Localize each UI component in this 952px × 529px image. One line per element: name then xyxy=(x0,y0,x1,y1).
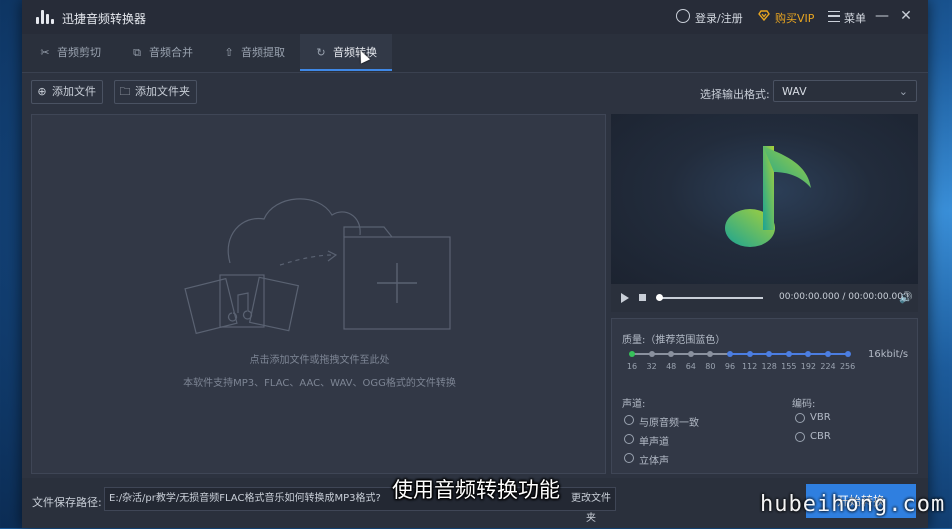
audio-preview-panel xyxy=(611,114,918,284)
channel-original-radio[interactable] xyxy=(624,415,634,425)
bitrate-stop[interactable] xyxy=(727,351,733,357)
stop-icon[interactable] xyxy=(639,294,646,301)
bitrate-stop[interactable] xyxy=(785,351,792,357)
music-note-icon xyxy=(725,146,811,247)
bitrate-stop[interactable] xyxy=(707,351,714,357)
tab-audio-extract[interactable]: ⇧ 音频提取 xyxy=(208,34,300,71)
close-icon[interactable]: ✕ xyxy=(898,8,914,24)
app-logo-icon xyxy=(36,10,54,24)
channel-mono-label: 单声道 xyxy=(639,437,669,448)
tab-label: 音频提取 xyxy=(241,46,285,59)
drop-hint-primary: 点击添加文件或拖拽文件至此处 xyxy=(249,355,390,366)
bitrate-stop[interactable] xyxy=(844,351,851,357)
bitrate-stop[interactable] xyxy=(825,351,831,357)
tab-bar: ✂ 音频剪切 ⧉ 音频合并 ⇧ 音频提取 ↻ 音频转换 xyxy=(22,34,928,73)
bitrate-stop[interactable] xyxy=(629,351,635,357)
folder-icon: 🗀 xyxy=(119,85,131,98)
selected-bitrate: 16kbit/s xyxy=(868,349,909,360)
buy-vip-link[interactable]: 购买VIP xyxy=(775,10,814,26)
encoding-cbr-label: CBR xyxy=(810,431,831,442)
bitrate-tick-label: 256 xyxy=(839,362,856,371)
login-link[interactable]: 登录/注册 xyxy=(695,10,743,26)
volume-icon[interactable]: 🔊 xyxy=(899,291,913,304)
file-drop-zone[interactable]: 点击添加文件或拖拽文件至此处 本软件支持MP3、FLAC、AAC、WAV、OGG… xyxy=(31,114,606,474)
drop-hint-formats: 本软件支持MP3、FLAC、AAC、WAV、OGG格式的文件转换 xyxy=(183,378,456,389)
tab-audio-cut[interactable]: ✂ 音频剪切 xyxy=(24,34,116,71)
minimize-icon[interactable]: — xyxy=(874,8,890,24)
output-format-label: 选择输出格式: xyxy=(700,88,770,101)
channel-stereo-label: 立体声 xyxy=(639,456,669,467)
add-file-label: 添加文件 xyxy=(52,85,96,98)
tab-label: 音频合并 xyxy=(149,46,193,59)
output-format-select[interactable]: WAV ⌄ xyxy=(773,80,917,102)
conversion-settings: 质量:（推荐范围蓝色） 16 32 48 64 80 96 112 128 155 192 224 2… xyxy=(611,318,918,474)
channel-stereo-radio[interactable] xyxy=(624,453,634,463)
menu-icon[interactable] xyxy=(828,11,840,22)
tab-audio-merge[interactable]: ⧉ 音频合并 xyxy=(116,34,208,71)
drop-illustration-icon xyxy=(184,198,451,335)
vip-diamond-icon[interactable] xyxy=(758,10,770,21)
tab-label: 音频剪切 xyxy=(57,46,101,59)
plus-circle-icon: ⊕ xyxy=(37,85,47,98)
bitrate-stop[interactable] xyxy=(668,351,675,357)
bitrate-stop[interactable] xyxy=(648,351,655,357)
merge-icon: ⧉ xyxy=(133,46,141,59)
user-icon[interactable] xyxy=(676,9,690,23)
player-controls: 00:00:00.000 / 00:00:00.000 🔊 xyxy=(611,284,918,312)
seek-handle[interactable] xyxy=(656,294,663,301)
bitrate-stop[interactable] xyxy=(746,351,753,357)
add-file-button[interactable]: ⊕ 添加文件 xyxy=(31,80,103,104)
watermark-text: hubeihong.com xyxy=(760,492,946,517)
bitrate-stop[interactable] xyxy=(766,351,773,357)
app-title: 迅捷音频转换器 xyxy=(62,12,147,26)
output-format-value: WAV xyxy=(782,85,807,98)
app-window: 迅捷音频转换器 登录/注册 购买VIP 菜单 — ✕ ✂ 音频剪切 ⧉ 音频合并 ⇧… xyxy=(22,0,928,528)
channel-label: 声道: xyxy=(622,399,646,410)
title-bar: 迅捷音频转换器 登录/注册 购买VIP 菜单 — ✕ xyxy=(22,0,928,34)
quality-label: 质量:（推荐范围蓝色） xyxy=(622,335,726,346)
add-folder-button[interactable]: 🗀 添加文件夹 xyxy=(114,80,197,104)
encoding-vbr-radio[interactable] xyxy=(795,413,805,423)
scissors-icon: ✂ xyxy=(40,46,50,59)
menu-button[interactable]: 菜单 xyxy=(844,10,866,26)
encoding-vbr-label: VBR xyxy=(810,412,831,423)
channel-mono-radio[interactable] xyxy=(624,434,634,444)
channel-original-label: 与原音频一致 xyxy=(639,418,699,429)
chevron-down-icon: ⌄ xyxy=(898,85,908,98)
encoding-cbr-radio[interactable] xyxy=(795,432,805,442)
playback-time: 00:00:00.000 / 00:00:00.000 xyxy=(779,292,909,302)
bitrate-stop[interactable] xyxy=(687,351,694,357)
bitrate-stop[interactable] xyxy=(805,351,812,357)
tab-audio-convert[interactable]: ↻ 音频转换 xyxy=(300,34,392,71)
seek-slider[interactable] xyxy=(656,294,763,301)
refresh-icon: ↻ xyxy=(316,46,326,59)
encoding-label: 编码: xyxy=(792,399,816,410)
add-folder-label: 添加文件夹 xyxy=(135,85,190,98)
play-icon[interactable] xyxy=(621,293,629,303)
upload-icon: ⇧ xyxy=(224,46,234,59)
